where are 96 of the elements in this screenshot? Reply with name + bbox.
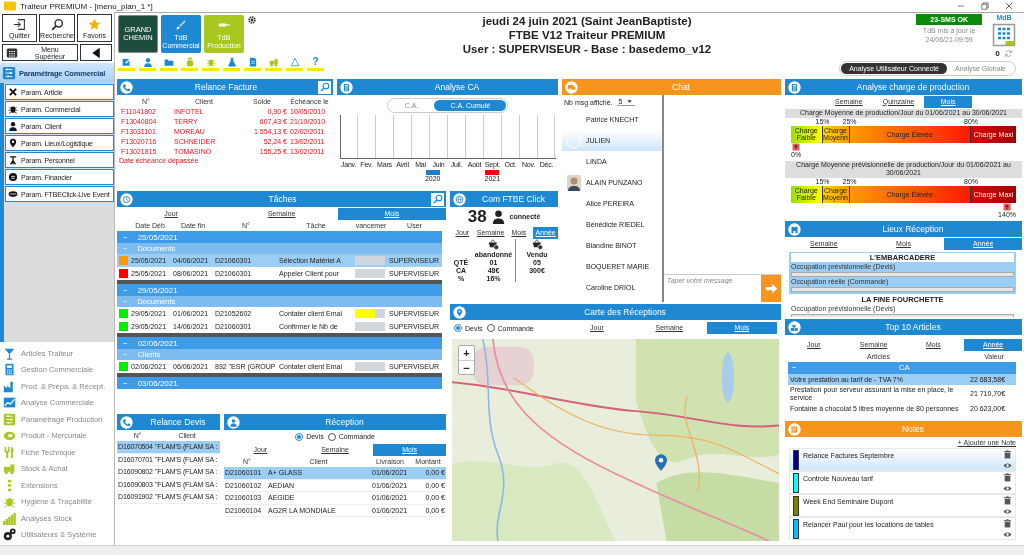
progress-bar xyxy=(355,269,385,278)
view-button[interactable] xyxy=(1003,461,1012,470)
tools-cross-icon xyxy=(8,87,18,97)
folder-icon xyxy=(163,57,174,67)
bug-icon xyxy=(205,57,216,67)
restore-button[interactable] xyxy=(980,1,990,11)
forklift-icon xyxy=(268,57,279,67)
eye-icon xyxy=(1003,507,1012,516)
back-button[interactable] xyxy=(80,44,112,61)
star-icon xyxy=(87,17,101,31)
delete-button[interactable] xyxy=(1003,473,1012,482)
edit-icon xyxy=(121,57,132,67)
eye-icon xyxy=(1003,484,1012,493)
tripod-icon xyxy=(8,155,18,165)
eye-icon xyxy=(1003,461,1012,470)
avatar-icon xyxy=(566,174,582,191)
counter: 0 xyxy=(995,49,1000,58)
triangle-icon xyxy=(289,57,300,67)
toolbar-button[interactable] xyxy=(118,57,135,71)
basket-icon xyxy=(488,239,499,250)
header-title: FTBE V12 Traiteur PREMIUM xyxy=(508,29,666,42)
search-icon xyxy=(432,194,443,204)
header-title: jeudi 24 juin 2021 (Saint JeanBaptiste) xyxy=(482,15,692,28)
panel-title: Lieux Réception xyxy=(881,224,945,234)
trash-icon xyxy=(1003,496,1012,505)
view-button[interactable] xyxy=(1003,530,1012,539)
view-button[interactable] xyxy=(1003,507,1012,516)
jar-icon xyxy=(184,57,195,67)
trash-icon xyxy=(1003,519,1012,528)
panel-title: Tâches xyxy=(267,194,298,204)
flask-icon xyxy=(226,57,237,67)
basket-icon xyxy=(531,239,543,250)
search-icon xyxy=(50,17,64,31)
toolbar-button[interactable] xyxy=(160,57,177,71)
triangle-left-icon xyxy=(90,46,102,59)
person-icon xyxy=(142,57,153,67)
panel-title: Top 10 Articles xyxy=(884,322,942,332)
panel-title: Analyse CA xyxy=(433,82,481,92)
delete-button[interactable] xyxy=(1003,496,1012,505)
panel-title: Relance Devis xyxy=(149,417,207,427)
search-button[interactable] xyxy=(318,80,331,94)
avatar-placeholder-icon xyxy=(566,132,582,149)
connected-count: 38 xyxy=(467,206,487,227)
toolbar-button[interactable] xyxy=(139,57,156,71)
close-icon xyxy=(1004,1,1014,11)
panel-title: Notes xyxy=(900,424,926,434)
send-button[interactable] xyxy=(761,275,781,302)
view-button[interactable] xyxy=(1003,484,1012,493)
refresh-button[interactable] xyxy=(1003,49,1013,58)
toolbar-button[interactable] xyxy=(181,57,198,71)
help-button[interactable]: ? xyxy=(307,57,324,71)
toolbar-button[interactable] xyxy=(265,57,282,71)
arrow-right-icon xyxy=(764,282,778,295)
toolbar-button[interactable] xyxy=(223,57,240,71)
restore-icon xyxy=(980,1,990,11)
trash-icon xyxy=(1003,450,1012,459)
settings-icon xyxy=(247,15,257,25)
search-button[interactable] xyxy=(431,192,444,206)
header-title: User : SUPERVISEUR - Base : basedemo_v12 xyxy=(462,43,712,56)
eye-icon xyxy=(1003,530,1012,539)
brush-icon xyxy=(175,18,187,31)
app-logo-icon xyxy=(4,0,16,12)
progress-bar xyxy=(355,362,385,371)
zoom-out-button[interactable]: − xyxy=(459,360,474,374)
zoom-in-button[interactable]: + xyxy=(459,346,474,360)
panel-title: Carte des Réceptions xyxy=(583,307,667,317)
progress-bar xyxy=(355,256,385,265)
panel-title: Analyse charge de production xyxy=(855,82,971,92)
location-pin-icon xyxy=(8,138,18,148)
brand-logo-icon xyxy=(992,23,1016,47)
toolbar-button[interactable] xyxy=(202,57,219,71)
toolbar-button[interactable] xyxy=(244,57,261,71)
refresh-icon xyxy=(1003,49,1013,58)
caret-icon xyxy=(626,98,634,105)
window-title: Traiteur PREMIUM - [menu_plan_1 *] xyxy=(20,1,153,11)
delete-button[interactable] xyxy=(1003,519,1012,528)
map-pin-icon xyxy=(654,454,667,472)
oval-badge-icon xyxy=(8,189,18,199)
close-button[interactable] xyxy=(1004,1,1014,11)
calendar-grid-icon xyxy=(6,46,18,59)
panel-title: Relance Facture xyxy=(193,82,259,92)
exit-icon xyxy=(13,17,27,31)
sliders-icon xyxy=(2,66,16,80)
progress-bar xyxy=(355,322,385,331)
delete-button[interactable] xyxy=(1003,450,1012,459)
coin-icon xyxy=(8,172,18,182)
document-icon xyxy=(247,57,258,67)
trash-icon xyxy=(1003,473,1012,482)
person-icon xyxy=(490,209,506,224)
search-icon xyxy=(319,82,330,92)
panel-title: Chat xyxy=(671,82,691,92)
bug-icon xyxy=(8,104,18,114)
panel-title: Réception xyxy=(324,417,365,427)
person-icon xyxy=(8,121,18,131)
toolbar-button[interactable] xyxy=(286,57,303,71)
panel-title: Com FTBE Click xyxy=(481,194,546,204)
